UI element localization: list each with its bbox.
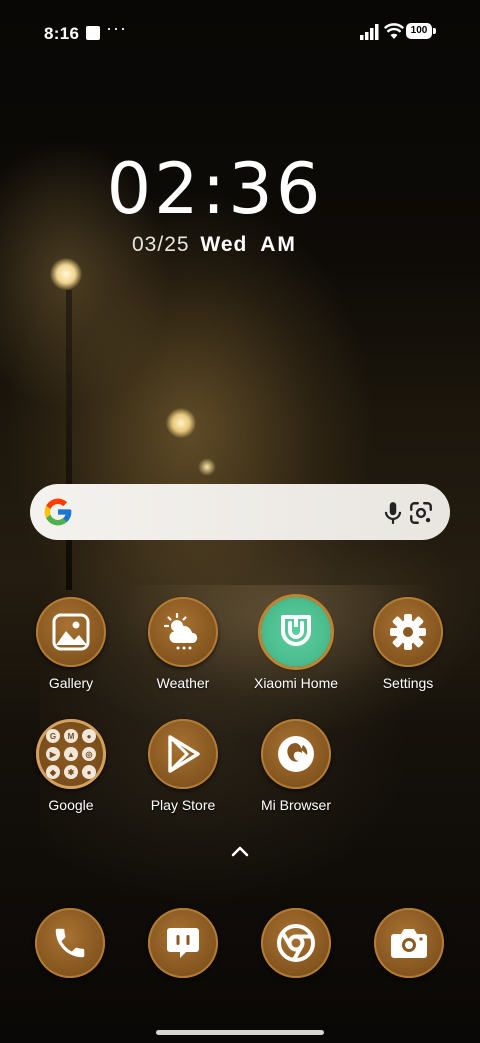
app-xiaomi-home[interactable]: Xiaomi Home <box>241 597 351 691</box>
dock-phone[interactable] <box>35 908 105 978</box>
street-lamp <box>50 258 82 290</box>
app-folder-google[interactable]: G M ● ▶ ▲ ◎ ◆ ✱ ● Google <box>16 719 126 813</box>
app-gallery[interactable]: Gallery <box>16 597 126 691</box>
app-play-store[interactable]: Play Store <box>128 719 238 813</box>
stop-square-icon <box>86 26 100 40</box>
lamp-post <box>66 290 72 590</box>
dock-camera[interactable] <box>374 908 444 978</box>
gallery-icon <box>36 597 106 667</box>
folder-icon: G M ● ▶ ▲ ◎ ◆ ✱ ● <box>36 719 106 789</box>
wifi-icon <box>384 23 404 39</box>
pinwheel-mini-icon: ✱ <box>64 765 78 779</box>
app-label: Weather <box>156 675 210 691</box>
mic-icon[interactable] <box>380 500 406 526</box>
battery-icon: 100 <box>406 23 436 39</box>
date-month-day: 03/25 <box>132 233 190 256</box>
app-label: Play Store <box>150 797 216 813</box>
chevron-up-icon[interactable] <box>228 842 252 860</box>
folder-preview: G M ● ▶ ▲ ◎ ◆ ✱ ● <box>46 729 96 779</box>
app-label: Settings <box>382 675 434 691</box>
dock-chrome[interactable] <box>261 908 331 978</box>
status-time: 8:16 <box>44 24 80 43</box>
battery-level: 100 <box>406 23 432 39</box>
camera-icon <box>374 908 444 978</box>
street-lamp <box>166 408 196 438</box>
messages-icon <box>148 908 218 978</box>
app-label: Xiaomi Home <box>253 675 339 691</box>
clock-widget-time[interactable]: 02:36 <box>0 148 430 230</box>
date-ampm: AM <box>260 233 297 256</box>
maps-mini-icon: ● <box>82 729 96 743</box>
photos-mini-icon: ◆ <box>46 765 60 779</box>
app-settings[interactable]: Settings <box>353 597 463 691</box>
status-bar: 8:16 ··· 100 <box>0 0 480 64</box>
battery-tip <box>433 28 436 34</box>
clock-widget-date[interactable]: 03/25 Wed AM <box>132 233 297 257</box>
dock-messages[interactable] <box>148 908 218 978</box>
contacts-mini-icon: ● <box>82 765 96 779</box>
music-mini-icon: ◎ <box>82 747 96 761</box>
gear-icon <box>373 597 443 667</box>
google-search-bar[interactable] <box>30 484 450 540</box>
google-lens-icon[interactable] <box>408 500 434 526</box>
app-weather[interactable]: Weather <box>128 597 238 691</box>
google-logo <box>44 498 72 526</box>
xiaomi-home-icon <box>261 597 331 667</box>
chrome-icon <box>261 908 331 978</box>
app-label: Mi Browser <box>260 797 331 813</box>
app-mi-browser[interactable]: Mi Browser <box>241 719 351 813</box>
street-lamp <box>198 458 216 476</box>
signal-icon <box>360 24 379 40</box>
more-notifications-icon: ··· <box>106 18 127 38</box>
weather-icon <box>148 597 218 667</box>
drive-mini-icon: ▲ <box>64 747 78 761</box>
gmail-mini-icon: M <box>64 729 78 743</box>
app-label: Gallery <box>48 675 94 691</box>
gmail-mini-icon: G <box>46 729 60 743</box>
app-label: Google <box>48 797 94 813</box>
youtube-mini-icon: ▶ <box>46 747 60 761</box>
play-store-icon <box>148 719 218 789</box>
date-weekday: Wed <box>200 233 248 256</box>
browser-icon <box>261 719 331 789</box>
phone-icon <box>35 908 105 978</box>
home-indicator[interactable] <box>156 1030 324 1035</box>
